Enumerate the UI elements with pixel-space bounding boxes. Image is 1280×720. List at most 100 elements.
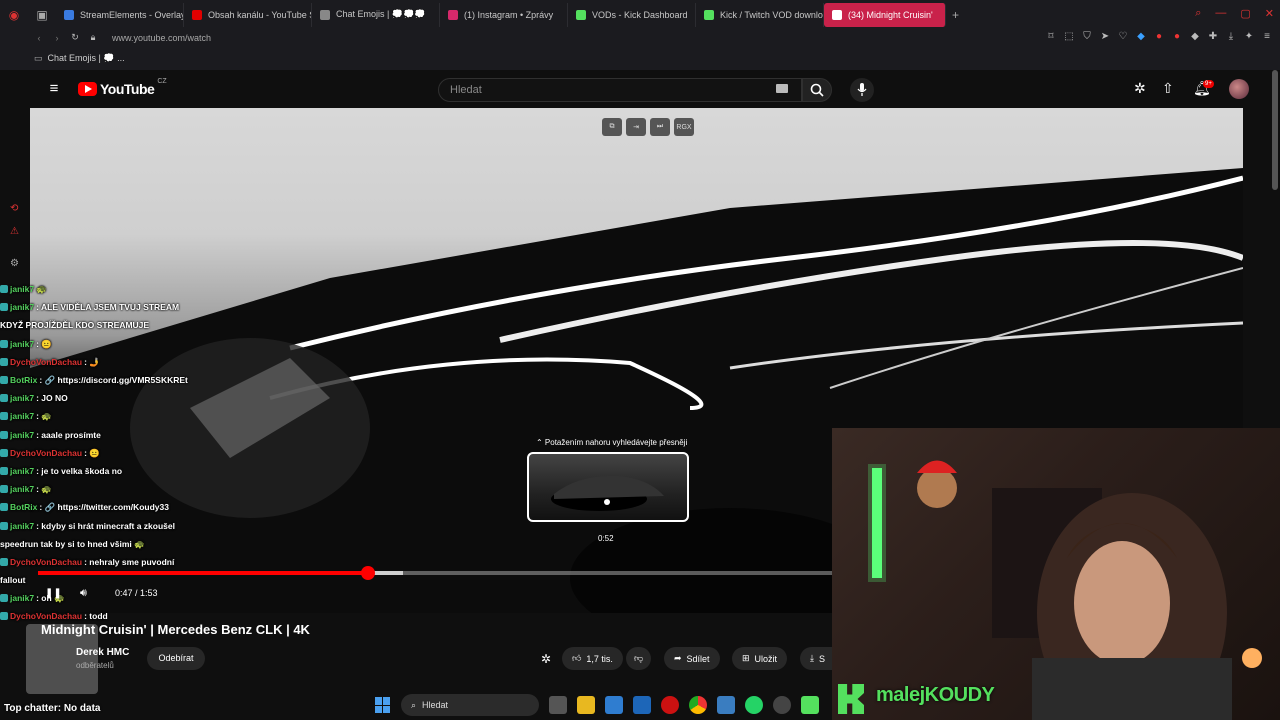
tip-icon[interactable]: ✲	[541, 652, 551, 666]
chat-username: DychoVonDachau	[10, 556, 83, 567]
upload-icon[interactable]: ⇧	[1162, 80, 1174, 97]
bookmark-icon[interactable]: ⌑	[1046, 31, 1056, 42]
send-icon[interactable]: ➤	[1100, 31, 1110, 42]
whatsapp-icon[interactable]	[745, 696, 763, 714]
opera-menu-icon[interactable]: ◉	[0, 0, 28, 29]
browser-tab[interactable]: StreamElements - Overlay	[56, 2, 184, 27]
new-tab-button[interactable]: +	[952, 8, 959, 22]
cast-icon[interactable]: ✲	[1134, 80, 1146, 97]
chat-text: fallout	[0, 575, 26, 586]
pause-icon[interactable]: ❚❚	[45, 588, 62, 600]
lock-icon: 🔒︎	[90, 32, 96, 42]
volume-icon[interactable]: 🔊︎	[80, 587, 87, 600]
download-button[interactable]: ⤓ S	[800, 647, 832, 670]
save-button[interactable]: ⊞ Uložit	[732, 647, 788, 670]
tab-label: Chat Emojis | 💭💭💭	[336, 9, 426, 19]
opera-icon[interactable]	[661, 696, 679, 714]
forward-icon[interactable]: ›	[48, 33, 66, 43]
ai-icon[interactable]: ✦	[1244, 31, 1254, 42]
webcam-overlay	[832, 428, 1280, 720]
heart-icon[interactable]: ♡	[1118, 31, 1128, 42]
search-button[interactable]	[802, 78, 832, 102]
search-tabs-icon[interactable]: ⌕	[1195, 7, 1201, 20]
maximize-icon[interactable]: ▢	[1240, 7, 1250, 20]
browser-tab[interactable]: (1) Instagram • Zprávy	[440, 2, 568, 27]
close-icon[interactable]: ✕	[1265, 7, 1274, 20]
hamburger-menu-icon[interactable]: ≡	[44, 80, 64, 98]
browser-tab[interactable]: Chat Emojis | 💭💭💭	[312, 2, 440, 27]
chat-text: : ALE VIDĚLA JSEM TVUJ STREAM	[36, 302, 180, 313]
chat-text: : 🔗 https://twitter.com/Koudy33	[39, 502, 169, 513]
taskbar-search[interactable]: ⌕ Hledat	[401, 694, 539, 716]
chat-message: janik7: 🐢	[0, 407, 240, 425]
keyboard-icon[interactable]	[776, 84, 788, 93]
chat-text: speedrun tak by si to hned všimi 🐢	[0, 538, 145, 549]
chat-message: janik7: 🐢	[0, 480, 240, 498]
time-display: 0:47 / 1:53	[115, 588, 158, 598]
settings-icon[interactable]: ⚙	[10, 258, 19, 269]
chat-message: DychoVonDachau: nehraly sme puvodní	[0, 553, 240, 571]
subscribe-button[interactable]: Odebírat	[147, 647, 205, 670]
back-icon[interactable]: ‹	[30, 33, 48, 43]
file-explorer-icon[interactable]	[577, 696, 595, 714]
next-icon[interactable]: ⏭	[650, 118, 670, 136]
progress-played	[38, 571, 369, 575]
chat-text: 🐢	[36, 284, 47, 295]
puzzle-icon[interactable]: ✚	[1208, 31, 1218, 42]
reload-icon[interactable]: ↻	[66, 32, 84, 43]
kick-app-icon[interactable]	[801, 696, 819, 714]
theater-icon[interactable]: ⇥	[626, 118, 646, 136]
miniplayer-icon[interactable]: ⧉	[602, 118, 622, 136]
chat-badge-icon	[0, 521, 8, 530]
chat-message: janik7: kdyby si hrát minecraft a zkouše…	[0, 516, 240, 534]
url-field[interactable]: www.youtube.com/watch	[112, 33, 211, 43]
loop-icon[interactable]: ⟲	[10, 203, 18, 214]
photos-icon[interactable]	[717, 696, 735, 714]
screenshot-icon[interactable]: ⬚	[1064, 31, 1074, 42]
chat-username: janik7	[10, 284, 35, 295]
minimize-icon[interactable]: —	[1215, 7, 1226, 20]
chat-badge-icon	[0, 285, 8, 294]
account-avatar[interactable]	[1229, 79, 1249, 99]
chat-badge-icon	[0, 376, 8, 385]
browser-tab[interactable]: Obsah kanálu - YouTube S	[184, 2, 312, 27]
task-view-icon[interactable]	[549, 696, 567, 714]
ext-c-icon[interactable]: ●	[1172, 31, 1182, 42]
chat-badge-icon	[0, 357, 8, 366]
alert-icon[interactable]: ⚠	[10, 226, 19, 237]
bookmark-item[interactable]: Chat Emojis | 💭 ...	[48, 53, 125, 64]
shield-icon[interactable]: ⛉	[1082, 31, 1092, 42]
browser-tab[interactable]: Kick / Twitch VOD downlo	[696, 2, 824, 27]
download-label: S	[818, 653, 825, 664]
chrome-icon[interactable]	[689, 696, 707, 714]
windows-start-icon[interactable]	[375, 697, 391, 713]
voice-search-button[interactable]	[850, 78, 874, 102]
chat-message: janik7: ALE VIDĚLA JSEM TVUJ STREAM	[0, 298, 240, 316]
chat-username: janik7	[10, 484, 35, 495]
search-input[interactable]: Hledat	[438, 78, 802, 102]
share-button[interactable]: ➦ Sdílet	[664, 647, 720, 670]
rgx-icon[interactable]: RGX	[674, 118, 694, 136]
download-icon[interactable]: ⤓	[1226, 31, 1236, 42]
region-code: CZ	[157, 78, 167, 85]
store-icon[interactable]	[605, 696, 623, 714]
chat-badge-icon	[0, 503, 8, 512]
dislike-button[interactable]: 👎︎	[626, 647, 652, 670]
menu-icon[interactable]: ≡	[1262, 31, 1272, 42]
channel-name[interactable]: Derek HMC	[76, 647, 129, 658]
chat-text: : kdyby si hrát minecraft a zkoušel	[36, 520, 175, 531]
ext-d-icon[interactable]: ◆	[1190, 31, 1200, 42]
ext-b-icon[interactable]: ●	[1154, 31, 1164, 42]
like-button[interactable]: 👍︎ 1,7 tis.	[562, 647, 623, 670]
search-icon	[810, 83, 824, 97]
youtube-logo[interactable]: YouTube CZ	[78, 78, 167, 97]
tab-label: Kick / Twitch VOD downlo	[720, 9, 823, 20]
preview-time: 0:52	[598, 534, 614, 543]
tab-manager-icon[interactable]: ▣	[28, 0, 56, 29]
browser-tab[interactable]: VODs - Kick Dashboard	[568, 2, 696, 27]
outlook-icon[interactable]	[633, 696, 651, 714]
browser-tab[interactable]: (34) Midnight Cruisin'	[824, 2, 946, 27]
ext-a-icon[interactable]: ◆	[1136, 31, 1146, 42]
obs-icon[interactable]	[773, 696, 791, 714]
page-scrollbar[interactable]	[1272, 70, 1278, 190]
